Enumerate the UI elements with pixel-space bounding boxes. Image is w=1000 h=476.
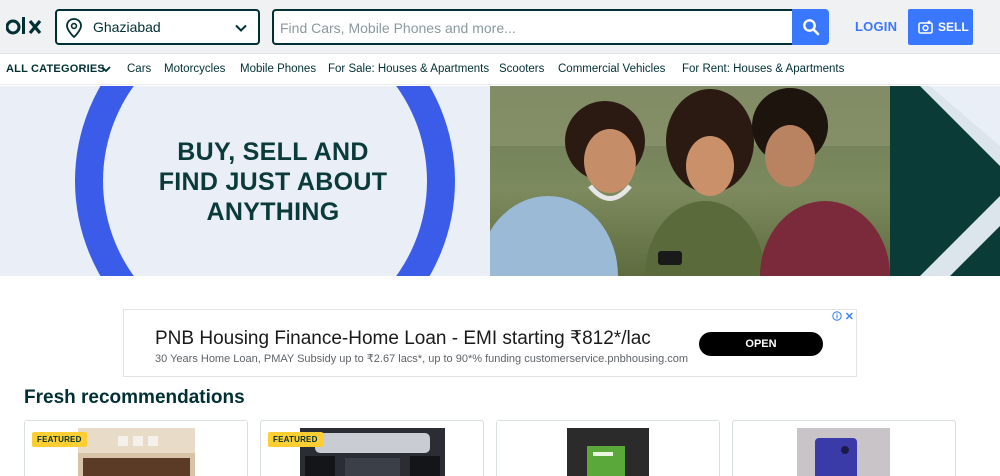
ad-title[interactable]: PNB Housing Finance-Home Loan - EMI star… bbox=[155, 327, 651, 350]
hero-line-1: BUY, SELL AND bbox=[177, 138, 369, 166]
featured-badge: FEATURED bbox=[32, 432, 87, 447]
search-button[interactable] bbox=[792, 9, 829, 45]
top-header: Ghaziabad LOGIN SELL bbox=[0, 0, 1000, 54]
bedroom-photo bbox=[78, 428, 195, 476]
hero-photo bbox=[490, 86, 890, 276]
sell-label: SELL bbox=[938, 20, 969, 34]
hero-headline: BUY, SELL AND FIND JUST ABOUT ANYTHING bbox=[130, 137, 416, 227]
category-link-motorcycles[interactable]: Motorcycles bbox=[164, 63, 225, 75]
featured-badge: FEATURED bbox=[268, 432, 323, 447]
section-title: Fresh recommendations bbox=[24, 387, 245, 408]
olx-logo[interactable] bbox=[6, 14, 46, 40]
ad-banner[interactable]: PNB Housing Finance-Home Loan - EMI star… bbox=[123, 309, 857, 377]
search-field[interactable] bbox=[272, 9, 794, 45]
phone-box-photo bbox=[567, 428, 649, 476]
listing-card[interactable] bbox=[732, 420, 956, 476]
category-link-scooters[interactable]: Scooters bbox=[499, 63, 544, 75]
hero-left-panel: BUY, SELL AND FIND JUST ABOUT ANYTHING bbox=[0, 86, 490, 276]
sell-button[interactable]: SELL bbox=[908, 9, 973, 45]
category-link-houses-for-rent[interactable]: For Rent: Houses & Apartments bbox=[682, 63, 844, 75]
category-link-mobile-phones[interactable]: Mobile Phones bbox=[240, 63, 316, 75]
listing-card[interactable] bbox=[496, 420, 720, 476]
search-icon bbox=[803, 19, 820, 36]
chevron-down-icon[interactable] bbox=[234, 21, 248, 35]
ad-info-icon[interactable] bbox=[832, 311, 842, 321]
category-link-cars[interactable]: Cars bbox=[127, 63, 151, 75]
hero-line-2: FIND JUST ABOUT bbox=[158, 168, 388, 196]
location-selector[interactable]: Ghaziabad bbox=[55, 9, 260, 45]
hero-banner[interactable]: BUY, SELL AND FIND JUST ABOUT ANYTHING bbox=[0, 86, 1000, 276]
camera-plus-icon bbox=[918, 20, 933, 34]
mobile-phone-photo bbox=[797, 428, 890, 476]
ad-subtitle: 30 Years Home Loan, PMAY Subsidy up to ₹… bbox=[155, 353, 689, 365]
ad-close-icon[interactable]: ✕ bbox=[845, 310, 854, 323]
chevron-down-icon[interactable] bbox=[100, 63, 112, 75]
category-link-commercial-vehicles[interactable]: Commercial Vehicles bbox=[558, 63, 665, 75]
category-link-houses-for-sale[interactable]: For Sale: Houses & Apartments bbox=[328, 63, 489, 75]
listing-card[interactable]: FEATURED bbox=[24, 420, 248, 476]
hero-line-3: ANYTHING bbox=[206, 198, 340, 226]
ad-open-button[interactable]: OPEN bbox=[699, 332, 823, 356]
location-text: Ghaziabad bbox=[93, 19, 161, 35]
all-categories-button[interactable]: ALL CATEGORIES bbox=[6, 63, 105, 75]
search-input[interactable] bbox=[280, 18, 780, 38]
listing-card[interactable]: FEATURED bbox=[260, 420, 484, 476]
category-nav: ALL CATEGORIES Cars Motorcycles Mobile P… bbox=[0, 55, 1000, 85]
login-link[interactable]: LOGIN bbox=[855, 19, 897, 34]
hero-arrow-graphic bbox=[890, 86, 1000, 276]
location-pin-icon bbox=[66, 18, 82, 38]
